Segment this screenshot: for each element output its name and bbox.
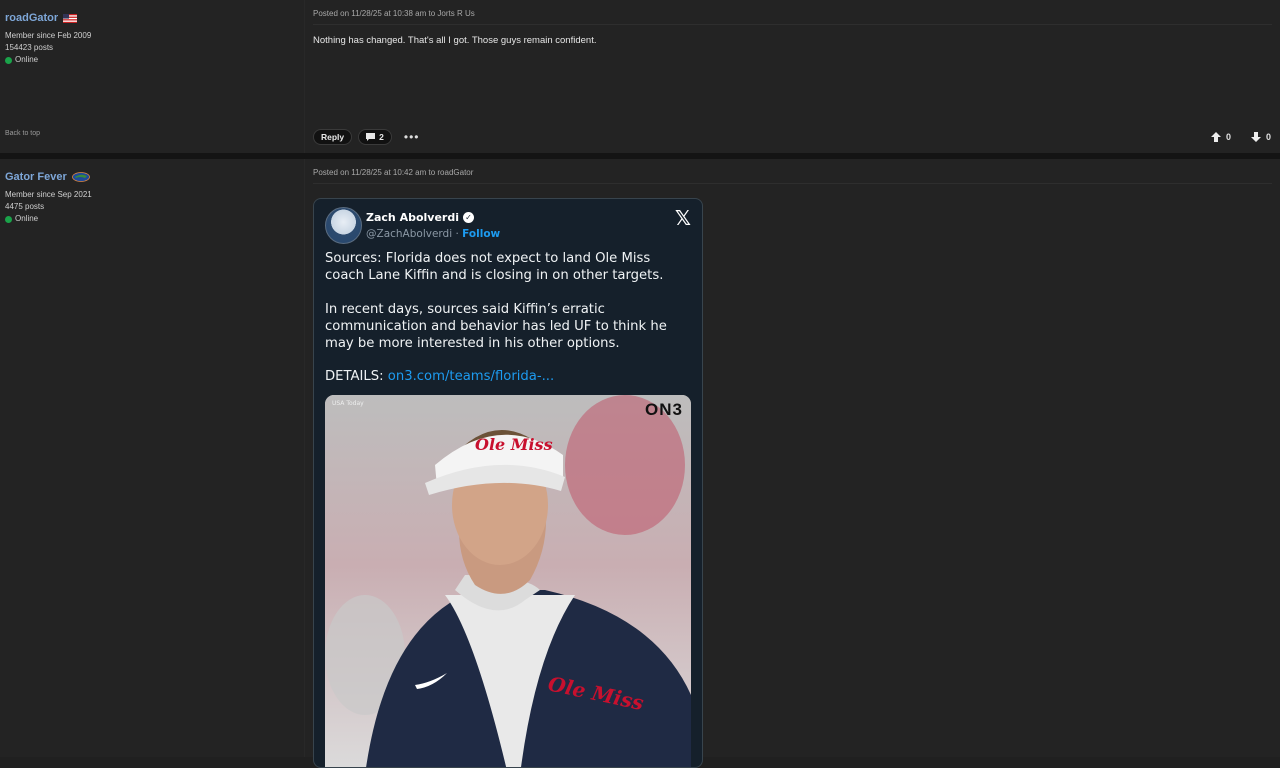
online-label: Online [15, 214, 39, 223]
member-since: Member since Sep 2021 [5, 190, 92, 199]
post-timestamp: Posted on 11/28/25 at 10:42 am to roadGa… [313, 159, 1272, 184]
gator-logo-icon [71, 172, 90, 182]
post-body: Nothing has changed. That's all I got. T… [313, 35, 597, 46]
online-dot-icon [5, 56, 12, 64]
details-label: DETAILS: [325, 369, 388, 385]
comments-count: 2 [379, 132, 384, 142]
tweet-image[interactable]: Ole Miss Ole Miss USA Today ON3 [325, 395, 691, 767]
post-actions: Reply 2 ••• [313, 129, 420, 145]
online-label: Online [15, 55, 39, 64]
tweet-author-name[interactable]: Zach Abolverdi [366, 211, 459, 224]
username[interactable]: Gator Fever [5, 171, 67, 183]
us-flag-icon [63, 13, 78, 23]
x-logo-icon[interactable]: 𝕏 [675, 206, 691, 230]
vote-controls: 0 0 [1210, 132, 1271, 142]
upvote-button[interactable]: 0 [1210, 132, 1231, 142]
tweet-separator: · [452, 228, 463, 240]
post-count: 154423 posts [5, 43, 54, 52]
post-content: Posted on 11/28/25 at 10:42 am to roadGa… [305, 159, 1280, 768]
post-1: roadGator Member since Feb 2009 154423 p… [0, 0, 1280, 153]
username[interactable]: roadGator [5, 12, 58, 24]
on3-logo: ON3 [645, 400, 683, 419]
post-author-sidebar: Gator Fever Member since Sep 2021 4475 p… [0, 159, 305, 757]
post-2: Gator Fever Member since Sep 2021 4475 p… [0, 159, 1280, 768]
back-to-top-link[interactable]: Back to top [5, 130, 40, 137]
username-link[interactable]: roadGator [5, 12, 78, 24]
verified-icon: ✓ [463, 212, 474, 223]
tweet-text: Sources: Florida does not expect to land… [325, 250, 688, 402]
follow-button[interactable]: Follow [462, 228, 500, 240]
upvote-icon [1210, 132, 1221, 142]
online-dot-icon [5, 215, 12, 223]
upvote-count: 0 [1225, 132, 1231, 142]
tweet-header: Zach Abolverdi ✓ @ZachAbolverdi · Follow [325, 207, 500, 244]
svg-text:Ole Miss: Ole Miss [475, 435, 553, 454]
comments-button[interactable]: 2 [358, 129, 392, 145]
member-since: Member since Feb 2009 [5, 31, 92, 40]
tweet-handle-line: @ZachAbolverdi · Follow [366, 228, 500, 240]
tweet-details: DETAILS: on3.com/teams/florida-... [325, 368, 688, 385]
downvote-button[interactable]: 0 [1250, 132, 1271, 142]
embedded-tweet[interactable]: Zach Abolverdi ✓ @ZachAbolverdi · Follow… [313, 198, 703, 768]
downvote-icon [1250, 132, 1261, 142]
post-count: 4475 posts [5, 202, 45, 211]
tweet-paragraph-2: In recent days, sources said Kiffin’s er… [325, 301, 667, 352]
details-link[interactable]: on3.com/teams/florida-... [388, 369, 554, 384]
online-status: Online [5, 213, 304, 225]
reply-button[interactable]: Reply [313, 129, 353, 145]
post-author-sidebar: roadGator Member since Feb 2009 154423 p… [0, 0, 305, 153]
more-icon[interactable]: ••• [404, 130, 420, 144]
image-credit: USA Today [332, 400, 364, 407]
tweet-handle[interactable]: @ZachAbolverdi [366, 228, 452, 240]
coach-photo: Ole Miss Ole Miss [325, 395, 691, 767]
post-timestamp: Posted on 11/28/25 at 10:38 am to Jorts … [313, 0, 1272, 25]
post-content: Posted on 11/28/25 at 10:38 am to Jorts … [305, 0, 1280, 153]
tweet-avatar[interactable] [325, 207, 362, 244]
comment-icon [366, 133, 376, 141]
online-status: Online [5, 54, 304, 66]
tweet-author[interactable]: Zach Abolverdi ✓ [366, 211, 500, 224]
username-link[interactable]: Gator Fever [5, 171, 90, 183]
tweet-paragraph-1: Sources: Florida does not expect to land… [325, 251, 664, 284]
downvote-count: 0 [1265, 132, 1271, 142]
